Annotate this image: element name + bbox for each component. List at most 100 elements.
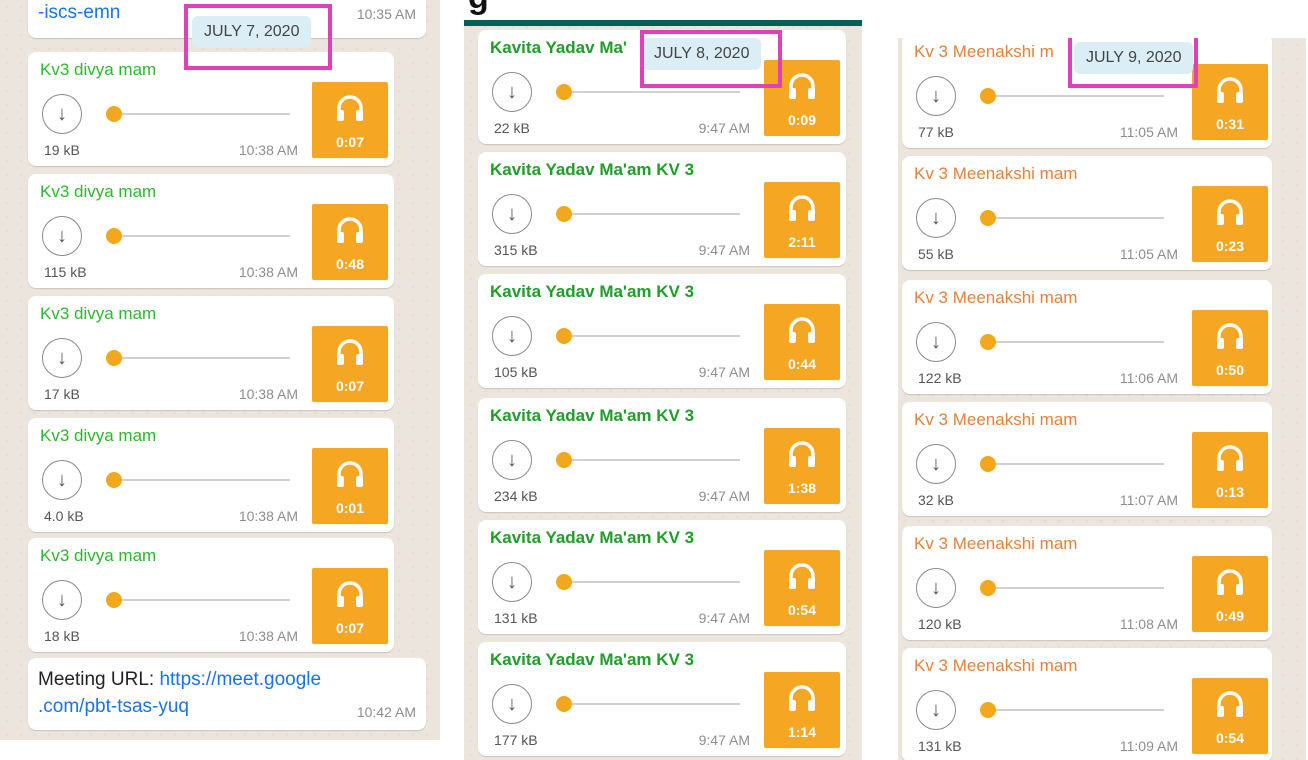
download-icon: ↓ bbox=[57, 469, 67, 491]
voice-play-tile[interactable]: 0:31 bbox=[1192, 64, 1268, 140]
file-size: 315 kB bbox=[494, 242, 538, 258]
voice-play-tile[interactable]: 0:07 bbox=[312, 82, 388, 158]
playback-track[interactable] bbox=[564, 581, 740, 583]
playback-position-dot[interactable] bbox=[106, 350, 122, 366]
voice-message: Kavita Yadav Ma'am KV 3 ↓ 315 kB 9:47 AM 2:1… bbox=[478, 152, 846, 266]
voice-message: Kv3 divya mam ↓ 4.0 kB 10:38 AM 0:01 bbox=[28, 418, 394, 532]
download-button[interactable]: ↓ bbox=[916, 690, 956, 730]
download-button[interactable]: ↓ bbox=[42, 580, 82, 620]
playback-track[interactable] bbox=[114, 113, 290, 115]
playback-position-dot[interactable] bbox=[556, 452, 572, 468]
download-button[interactable]: ↓ bbox=[916, 444, 956, 484]
sender-name: Kv3 divya mam bbox=[40, 182, 157, 201]
voice-duration: 1:14 bbox=[787, 724, 817, 740]
playback-position-dot[interactable] bbox=[980, 88, 996, 104]
download-button[interactable]: ↓ bbox=[492, 72, 532, 112]
playback-position-dot[interactable] bbox=[556, 84, 572, 100]
voice-play-tile[interactable]: 0:50 bbox=[1192, 310, 1268, 386]
playback-track[interactable] bbox=[564, 91, 740, 93]
voice-play-tile[interactable]: 0:49 bbox=[1192, 556, 1268, 632]
message-time: 11:05 AM bbox=[1119, 124, 1178, 140]
message-time: 10:38 AM bbox=[238, 142, 298, 158]
voice-message: Kv 3 Meenakshi mam ↓ 55 kB 11:05 AM 0:23 bbox=[902, 156, 1272, 270]
playback-track[interactable] bbox=[564, 703, 740, 705]
playback-track[interactable] bbox=[988, 709, 1164, 711]
playback-position-dot[interactable] bbox=[106, 592, 122, 608]
download-button[interactable]: ↓ bbox=[916, 322, 956, 362]
playback-position-dot[interactable] bbox=[556, 206, 572, 222]
playback-position-dot[interactable] bbox=[980, 702, 996, 718]
meeting-link-part-1[interactable]: https://meet.google bbox=[159, 669, 321, 690]
playback-track[interactable] bbox=[564, 213, 740, 215]
voice-play-tile[interactable]: 0:07 bbox=[312, 326, 388, 402]
meeting-label: Meeting URL: bbox=[38, 669, 160, 690]
voice-play-tile[interactable]: 1:38 bbox=[764, 428, 840, 504]
download-button[interactable]: ↓ bbox=[42, 94, 82, 134]
voice-play-tile[interactable]: 0:01 bbox=[312, 448, 388, 524]
download-icon: ↓ bbox=[507, 449, 517, 471]
meeting-url-message[interactable]: Meeting URL: https://meet.google .com/pb… bbox=[28, 658, 426, 730]
playback-position-dot[interactable] bbox=[556, 328, 572, 344]
voice-play-tile[interactable]: 0:48 bbox=[312, 204, 388, 280]
playback-track[interactable] bbox=[564, 459, 740, 461]
download-button[interactable]: ↓ bbox=[916, 198, 956, 238]
voice-duration: 0:48 bbox=[335, 256, 365, 272]
voice-play-tile[interactable]: 2:11 bbox=[764, 182, 840, 258]
headphones-icon bbox=[337, 95, 363, 121]
voice-message: Kv3 divya mam ↓ 18 kB 10:38 AM 0:07 bbox=[28, 538, 394, 652]
playback-position-dot[interactable] bbox=[556, 574, 572, 590]
headphones-icon bbox=[1217, 199, 1243, 225]
file-size: 19 kB bbox=[44, 142, 80, 158]
download-icon: ↓ bbox=[57, 589, 67, 611]
chat-panel-july-7: -iscs-emn 10:35 AM Meeting URL: https://… bbox=[0, 0, 440, 740]
playback-position-dot[interactable] bbox=[980, 210, 996, 226]
playback-track[interactable] bbox=[988, 95, 1164, 97]
download-button[interactable]: ↓ bbox=[42, 460, 82, 500]
playback-position-dot[interactable] bbox=[980, 334, 996, 350]
playback-track[interactable] bbox=[988, 463, 1164, 465]
playback-position-dot[interactable] bbox=[980, 456, 996, 472]
download-button[interactable]: ↓ bbox=[492, 316, 532, 356]
file-size: 131 kB bbox=[494, 610, 538, 626]
playback-track[interactable] bbox=[988, 217, 1164, 219]
message-time: 9:47 AM bbox=[698, 120, 750, 136]
voice-play-tile[interactable]: 0:07 bbox=[312, 568, 388, 644]
download-button[interactable]: ↓ bbox=[492, 684, 532, 724]
voice-duration: 0:01 bbox=[335, 500, 365, 516]
playback-track[interactable] bbox=[114, 235, 290, 237]
voice-play-tile[interactable]: 1:14 bbox=[764, 672, 840, 748]
file-size: 18 kB bbox=[44, 628, 80, 644]
sender-name: Kv 3 Meenakshi mam bbox=[914, 164, 1078, 183]
download-button[interactable]: ↓ bbox=[492, 194, 532, 234]
playback-track[interactable] bbox=[114, 599, 290, 601]
download-button[interactable]: ↓ bbox=[492, 562, 532, 602]
download-button[interactable]: ↓ bbox=[492, 440, 532, 480]
voice-play-tile[interactable]: 0:54 bbox=[764, 550, 840, 626]
meeting-link-part-2[interactable]: .com/pbt-tsas-yuq bbox=[38, 696, 189, 717]
file-size: 105 kB bbox=[494, 364, 538, 380]
download-button[interactable]: ↓ bbox=[916, 568, 956, 608]
voice-play-tile[interactable]: 0:54 bbox=[1192, 678, 1268, 754]
playback-position-dot[interactable] bbox=[980, 580, 996, 596]
playback-track[interactable] bbox=[564, 335, 740, 337]
download-button[interactable]: ↓ bbox=[916, 76, 956, 116]
playback-track[interactable] bbox=[114, 479, 290, 481]
playback-position-dot[interactable] bbox=[106, 472, 122, 488]
message-time: 11:09 AM bbox=[1119, 738, 1178, 754]
playback-position-dot[interactable] bbox=[556, 696, 572, 712]
voice-duration: 0:07 bbox=[335, 134, 365, 150]
headphones-icon bbox=[789, 73, 815, 99]
playback-position-dot[interactable] bbox=[106, 228, 122, 244]
playback-track[interactable] bbox=[114, 357, 290, 359]
voice-play-tile[interactable]: 0:13 bbox=[1192, 432, 1268, 508]
voice-play-tile[interactable]: 0:23 bbox=[1192, 186, 1268, 262]
voice-message: Kavita Yadav Ma'am KV 3 ↓ 234 kB 9:47 AM 1:3… bbox=[478, 398, 846, 512]
file-size: 4.0 kB bbox=[44, 508, 84, 524]
download-button[interactable]: ↓ bbox=[42, 338, 82, 378]
voice-play-tile[interactable]: 0:44 bbox=[764, 304, 840, 380]
voice-duration: 0:07 bbox=[335, 620, 365, 636]
playback-track[interactable] bbox=[988, 341, 1164, 343]
download-button[interactable]: ↓ bbox=[42, 216, 82, 256]
playback-position-dot[interactable] bbox=[106, 106, 122, 122]
playback-track[interactable] bbox=[988, 587, 1164, 589]
